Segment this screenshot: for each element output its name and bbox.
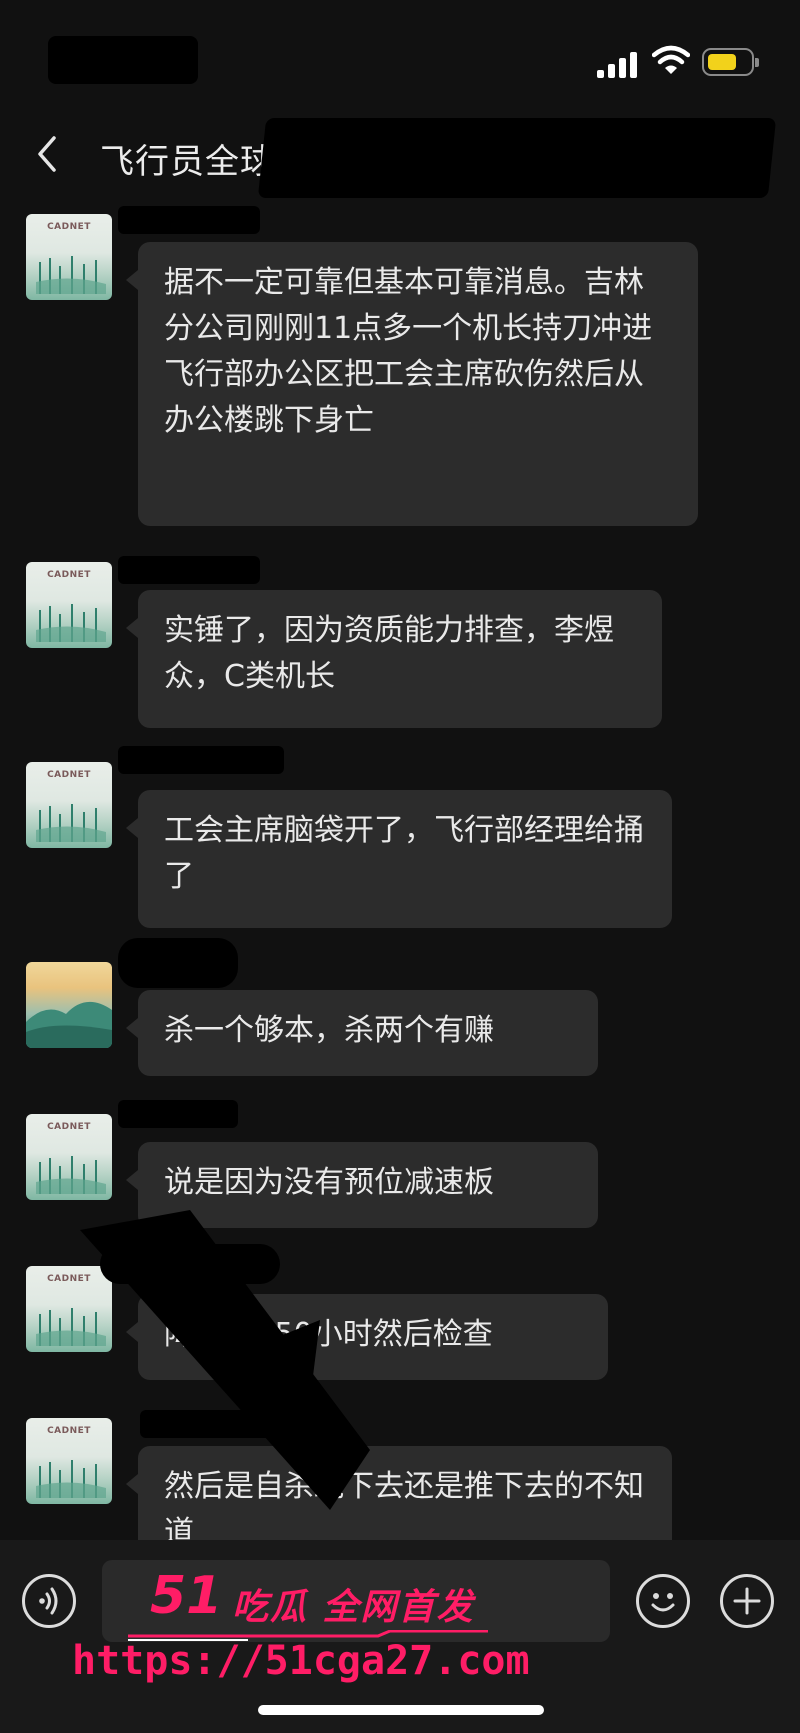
message-bubble[interactable]: 工会主席脑袋开了，飞行部经理给捅了 bbox=[126, 790, 672, 928]
redacted-sender-name bbox=[118, 556, 260, 584]
trees-illustration bbox=[36, 1156, 106, 1194]
redacted-sender-name bbox=[140, 1410, 280, 1438]
landscape-illustration bbox=[26, 1001, 112, 1048]
voice-icon bbox=[39, 1587, 58, 1615]
redacted-sender-name bbox=[118, 938, 238, 988]
status-bar bbox=[0, 0, 800, 110]
home-indicator bbox=[258, 1705, 544, 1715]
chevron-left-icon[interactable] bbox=[32, 132, 62, 176]
message-bubble[interactable]: 降成Z机50小时然后检查 bbox=[126, 1294, 608, 1380]
avatar[interactable]: CADNET bbox=[26, 1266, 112, 1352]
avatar[interactable]: CADNET bbox=[26, 214, 112, 300]
message-bubble[interactable]: 据不一定可靠但基本可靠消息。吉林分公司刚刚11点多一个机长持刀冲进飞行部办公区把… bbox=[126, 242, 698, 526]
trees-illustration bbox=[36, 1460, 106, 1498]
watermark-logo: 51 bbox=[150, 1566, 223, 1626]
trees-illustration bbox=[36, 804, 106, 842]
trees-illustration bbox=[36, 256, 106, 294]
avatar[interactable]: CADNET bbox=[26, 1114, 112, 1200]
avatar-label: CADNET bbox=[47, 1122, 91, 1132]
plus-icon bbox=[733, 1587, 761, 1615]
redacted-sender-name bbox=[118, 206, 260, 234]
battery-icon bbox=[702, 48, 759, 76]
emoji-button[interactable] bbox=[636, 1574, 690, 1628]
signal-icon bbox=[597, 52, 639, 78]
avatar[interactable]: CADNET bbox=[26, 1418, 112, 1504]
message-bubble[interactable]: 说是因为没有预位减速板 bbox=[126, 1142, 598, 1228]
redacted-sender-name bbox=[118, 1100, 238, 1128]
watermark-url: https://51cga27.com bbox=[72, 1638, 530, 1684]
redacted-sender-name bbox=[100, 1244, 280, 1284]
plus-button[interactable] bbox=[720, 1574, 774, 1628]
redacted-time bbox=[48, 36, 198, 84]
voice-button[interactable] bbox=[22, 1574, 76, 1628]
message-bubble[interactable]: 杀一个够本，杀两个有赚 bbox=[126, 990, 598, 1076]
trees-illustration bbox=[36, 1308, 106, 1346]
trees-illustration bbox=[36, 604, 106, 642]
message-bubble[interactable]: 实锤了，因为资质能力排查，李煜众，C类机长 bbox=[126, 590, 662, 728]
watermark-tagline: 吃瓜 全网首发 bbox=[232, 1587, 475, 1628]
redacted-sender-name bbox=[118, 746, 284, 774]
chat-title: 飞行员全球 bbox=[100, 142, 275, 182]
redacted-title-suffix bbox=[257, 118, 777, 198]
avatar-label: CADNET bbox=[47, 770, 91, 780]
avatar-label: CADNET bbox=[47, 1274, 91, 1284]
avatar-label: CADNET bbox=[47, 222, 91, 232]
avatar[interactable] bbox=[26, 962, 112, 1048]
avatar[interactable]: CADNET bbox=[26, 562, 112, 648]
avatar-label: CADNET bbox=[47, 570, 91, 580]
avatar[interactable]: CADNET bbox=[26, 762, 112, 848]
wifi-icon bbox=[652, 45, 690, 74]
emoji-icon bbox=[651, 1593, 675, 1612]
avatar-label: CADNET bbox=[47, 1426, 91, 1436]
